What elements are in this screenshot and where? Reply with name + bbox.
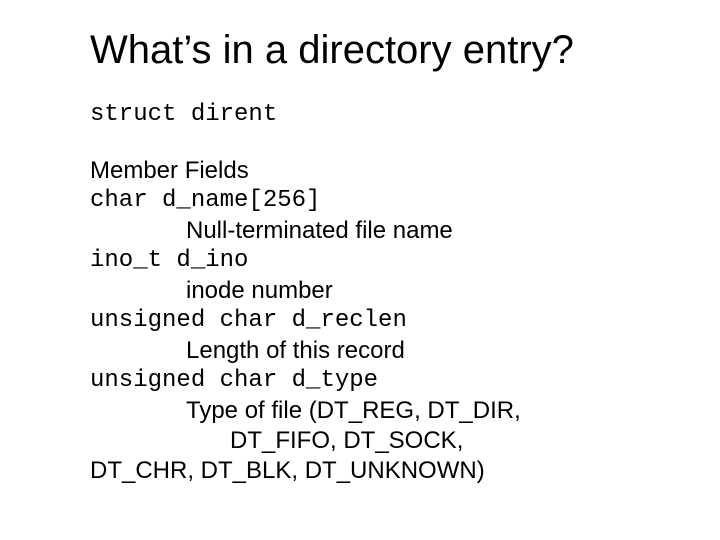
- field-decl-d-reclen: unsigned char d_reclen: [90, 306, 660, 336]
- field-decl-d-ino: ino_t d_ino: [90, 246, 660, 276]
- slide-title: What’s in a directory entry?: [90, 28, 660, 73]
- field-decl-d-type: unsigned char d_type: [90, 366, 660, 396]
- slide-body: Member Fields char d_name[256] Null-term…: [90, 156, 660, 486]
- field-desc-d-type-line1: Type of file (DT_REG, DT_DIR,: [90, 396, 660, 426]
- field-desc-d-ino: inode number: [90, 276, 660, 306]
- struct-declaration: struct dirent: [90, 101, 660, 128]
- field-desc-d-name: Null-terminated file name: [90, 216, 660, 246]
- slide: What’s in a directory entry? struct dire…: [0, 0, 720, 540]
- section-header: Member Fields: [90, 156, 660, 186]
- field-desc-d-reclen: Length of this record: [90, 336, 660, 366]
- field-desc-d-type-line2: DT_FIFO, DT_SOCK,: [90, 426, 660, 456]
- field-desc-d-type-line3: DT_CHR, DT_BLK, DT_UNKNOWN): [90, 456, 660, 486]
- field-decl-d-name: char d_name[256]: [90, 186, 660, 216]
